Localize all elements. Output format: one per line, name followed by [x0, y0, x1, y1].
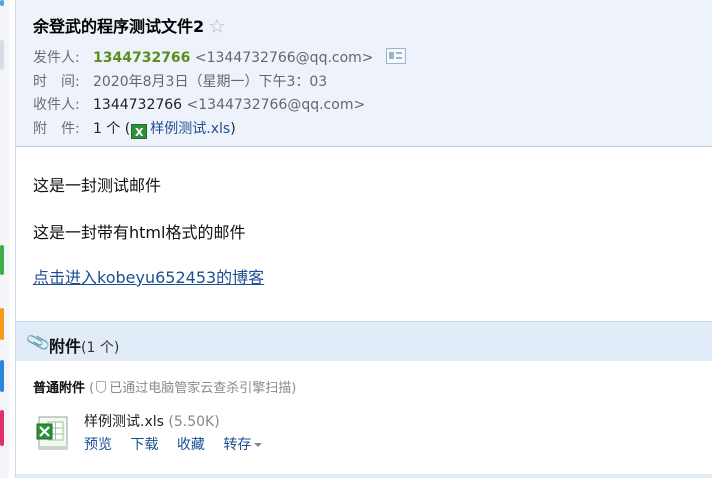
left-gutter: [0, 0, 9, 478]
gutter-marker: [0, 308, 4, 340]
blog-link[interactable]: 点击进入kobeyu652453的博客: [33, 268, 264, 287]
to-label: 收件人:: [33, 97, 80, 113]
header-attachment-link[interactable]: 样例测试.xls: [150, 121, 230, 137]
body-line-1: 这是一封测试邮件: [33, 176, 162, 195]
subject-text: 余登武的程序测试文件2: [33, 17, 205, 36]
mail-subject: 余登武的程序测试文件2 ☆: [33, 13, 226, 38]
star-icon[interactable]: ☆: [208, 14, 226, 38]
attachments-panel: 📎 附件(1 个) 普通附件 ( 已通过电脑管家云查杀引擎扫描) 样例测试.xls…: [16, 321, 712, 478]
time-row: 时 间: 2020年8月3日（星期一）下午3：03: [33, 71, 327, 91]
gutter-marker: [0, 0, 4, 6]
attachment-file: 样例测试.xls (5.50K): [84, 411, 220, 431]
attachment-file-name[interactable]: 样例测试.xls: [84, 414, 164, 430]
excel-icon: X: [131, 124, 148, 139]
blog-link-row: 点击进入kobeyu652453的博客: [33, 264, 264, 288]
attachment-row: 附 件: 1 个 (X 样例测试.xls): [33, 118, 236, 139]
excel-file-icon[interactable]: [36, 413, 70, 451]
scan-note-text: 已通过电脑管家云查杀引擎扫描): [109, 381, 297, 396]
from-row: 发件人: 1344732766 <1344732766@qq.com>: [33, 47, 406, 67]
preview-link[interactable]: 预览: [84, 437, 112, 453]
sender-name[interactable]: 1344732766: [93, 50, 190, 66]
attachment-actions: 预览 下载 收藏 转存: [84, 434, 276, 454]
normal-attachments-row: 普通附件 ( 已通过电脑管家云查杀引擎扫描): [33, 377, 296, 396]
favorite-link[interactable]: 收藏: [177, 437, 205, 453]
recipient-address: <1344732766@qq.com>: [186, 97, 366, 113]
from-label: 发件人:: [33, 50, 80, 66]
scan-note: ( 已通过电脑管家云查杀引擎扫描): [89, 381, 296, 396]
time-value: 2020年8月3日（星期一）下午3：03: [93, 74, 328, 90]
shield-icon: [96, 381, 107, 393]
sender-address: <1344732766@qq.com>: [194, 50, 374, 66]
recipient-name[interactable]: 1344732766: [93, 97, 182, 113]
attachment-count: 1 个 (: [93, 121, 131, 137]
to-row: 收件人: 1344732766 <1344732766@qq.com>: [33, 94, 365, 114]
time-label: 时 间:: [33, 74, 80, 90]
gutter-marker: [0, 245, 4, 275]
body-line-2: 这是一封带有html格式的邮件: [33, 223, 246, 242]
vcard-icon[interactable]: [386, 48, 406, 64]
paperclip-icon: 📎: [25, 329, 52, 357]
scan-note-open: (: [89, 381, 95, 396]
mail-header: 余登武的程序测试文件2 ☆ 发件人: 1344732766 <1344732766@…: [16, 0, 712, 147]
forward-dropdown[interactable]: 转存: [223, 437, 263, 453]
normal-attachments-label: 普通附件: [33, 381, 86, 396]
download-link[interactable]: 下载: [130, 437, 158, 453]
attachments-title: 附件(1 个): [49, 333, 119, 357]
attachments-title-text: 附件: [49, 337, 82, 356]
gutter-marker: [0, 410, 4, 446]
attachments-bar: 📎 附件(1 个): [16, 321, 712, 361]
gutter-marker: [0, 360, 4, 392]
attachment-close-paren: ): [230, 121, 236, 137]
gutter-marker: [0, 40, 4, 70]
forward-label: 转存: [223, 437, 252, 453]
attachment-file-size: (5.50K): [168, 414, 220, 430]
attachment-label: 附 件:: [33, 121, 80, 137]
attachments-count: (1 个): [81, 340, 120, 356]
dropdown-caret-icon: [254, 443, 263, 447]
panel-bottom-border: [16, 474, 712, 478]
